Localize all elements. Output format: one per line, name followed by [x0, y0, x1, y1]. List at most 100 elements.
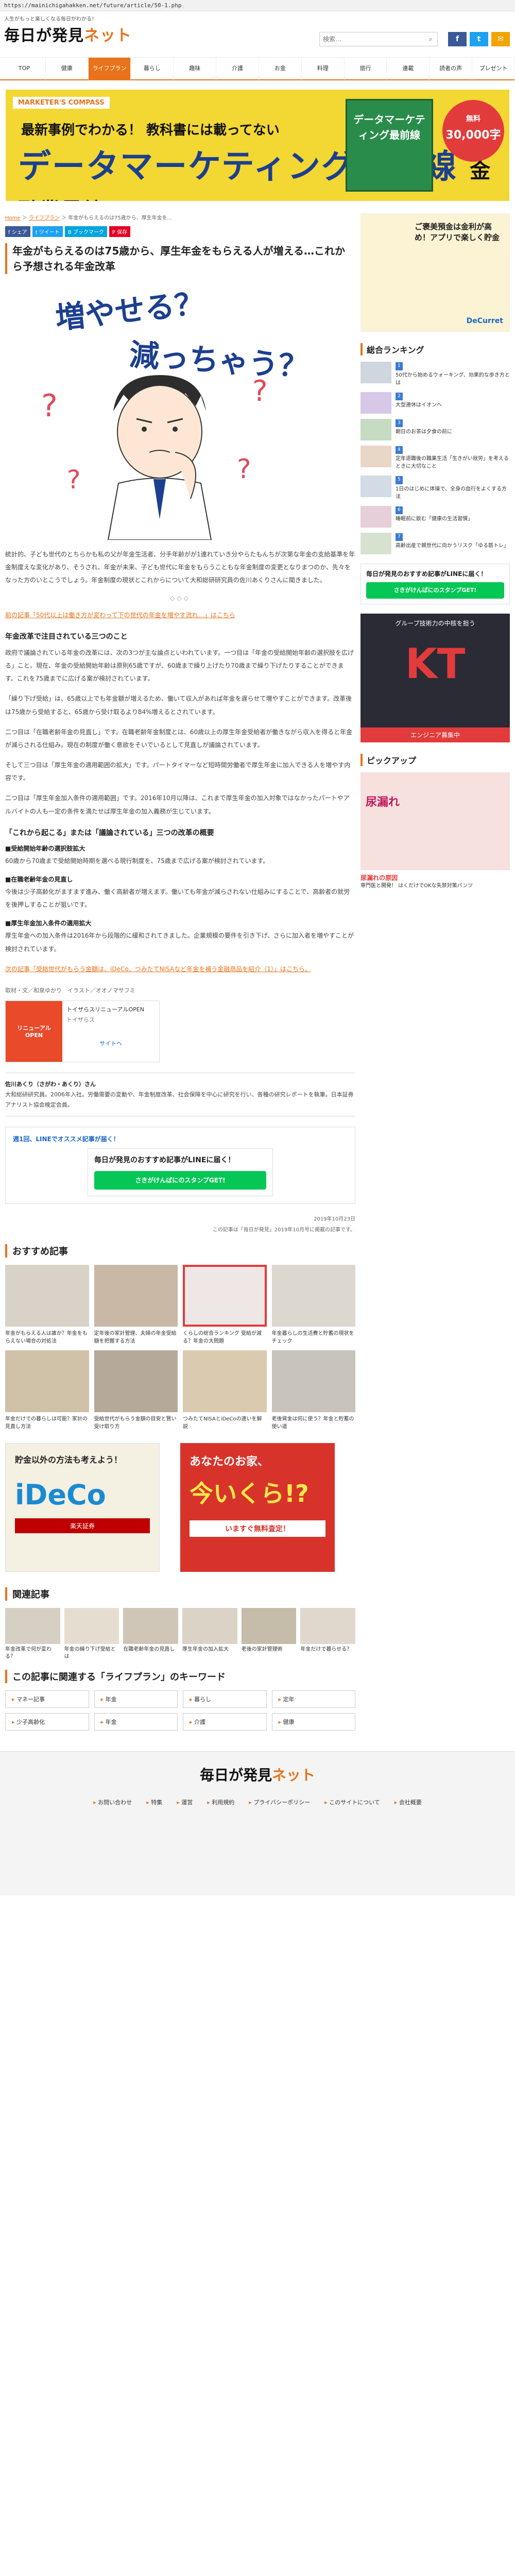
- footer-link-company[interactable]: 会社概要: [394, 1798, 422, 1806]
- footer-logo[interactable]: 毎日が発見ネット: [0, 1764, 515, 1785]
- breadcrumb-current: 年金がもらえるのは75歳から、厚生年金を…: [68, 215, 173, 221]
- house-appraisal-ad[interactable]: あなたのお家、 今いくら!? いますぐ無料査定！: [180, 1443, 335, 1572]
- facebook-icon[interactable]: f: [448, 32, 467, 46]
- keywords-title: この記事に関連する「ライフプラン」のキーワード: [5, 1670, 355, 1684]
- nav-money[interactable]: お金: [259, 57, 302, 80]
- ranking-item[interactable]: 4 定年退職後の職業生活「生きがい就労」を考えるときに大切なこと: [360, 445, 510, 471]
- article-paragraph: 統計的、子ども世代のとちらかも私の父が年金生活者、分手年齢がが1連れていき分やら…: [5, 551, 355, 584]
- recommend-item[interactable]: くらしの総合ランキング 受給が減る？年金の大問題: [183, 1265, 267, 1345]
- next-article-link[interactable]: 次の記事「受給世代がもらう金額は、iDeCo、つみたてNISAなど年金を補う金融…: [5, 965, 311, 973]
- share-twitter-button[interactable]: t ツイート: [32, 226, 63, 237]
- footer-link-about[interactable]: このサイトについて: [324, 1798, 380, 1806]
- banner-subtitle: 最新事例でわかる！ 教科書には載ってない: [21, 123, 280, 138]
- article-paragraph: 二つ目は「在職老齢年金の見直し」です。在職老齢年金制度とは、60歳以上の厚生年金…: [5, 728, 353, 749]
- keyword-link[interactable]: 暮らし: [183, 1690, 267, 1708]
- recommend-item[interactable]: 老後資金は何に使う？年金と貯蓄の使い道: [271, 1350, 355, 1431]
- nav-care[interactable]: 介護: [216, 57, 259, 80]
- related-item[interactable]: 在職老齢年金の見直し: [123, 1608, 178, 1660]
- breadcrumb-home[interactable]: Home: [5, 215, 21, 221]
- section-heading: 年金改革で注目されている三つのこと: [5, 632, 128, 641]
- recommend-item[interactable]: 年金がもらえる人は誰か？年金をもらえない場合の対処法: [5, 1265, 89, 1345]
- pickup-image[interactable]: 尿漏れ: [360, 772, 510, 870]
- search-icon[interactable]: ⌕: [424, 32, 437, 46]
- share-pinterest-button[interactable]: P 保存: [109, 226, 131, 237]
- pickup-caption[interactable]: 尿漏れの原因: [360, 873, 510, 882]
- sidebar: ご褒美預金は金利が高め！アプリで楽しく貯金 DeCurret 総合ランキング 1…: [360, 213, 510, 1751]
- keyword-link[interactable]: 少子高齢化: [5, 1713, 89, 1731]
- keyword-link[interactable]: 年金: [94, 1690, 178, 1708]
- keyword-link[interactable]: 介護: [183, 1713, 267, 1731]
- related-item[interactable]: 年金の繰り下げ受給とは: [64, 1608, 119, 1660]
- recommend-thumbnail: [5, 1350, 89, 1413]
- keyword-link[interactable]: 年金: [94, 1713, 178, 1731]
- article-source-note: この記事は「毎日が発見」2019年10月号に掲載の記事です。: [212, 1227, 355, 1233]
- prev-article-link[interactable]: 前の記事「50代以上は働き方が変わって下の世代の年金を増やす流れ…」はこちら: [5, 612, 235, 619]
- nav-travel[interactable]: 旅行: [345, 57, 387, 80]
- ranking-item[interactable]: 3 朝日のお茶は夕食の前に: [360, 418, 510, 440]
- nav-series[interactable]: 連載: [387, 57, 430, 80]
- keyword-link[interactable]: マネー記事: [5, 1690, 89, 1708]
- ideco-ad[interactable]: 貯金以外の方法も考えよう！ iDeCo 楽天証券: [5, 1443, 160, 1572]
- nav-health[interactable]: 健康: [46, 57, 89, 80]
- top-banner-ad[interactable]: MARKETER'S COMPASS 最新事例でわかる！ 教科書には載ってない …: [6, 90, 509, 201]
- nav-cooking[interactable]: 料理: [302, 57, 345, 80]
- site-footer: 毎日が発見ネット お問い合わせ 特集 運営 利用規約 プライバシーポリシー この…: [0, 1751, 515, 1896]
- ranking-item[interactable]: 6 睡眠前に飲む「健康の生活習慣」: [360, 505, 510, 528]
- mail-icon[interactable]: ✉: [491, 32, 510, 46]
- related-thumbnail: [300, 1608, 355, 1645]
- nav-voice[interactable]: 読者の声: [430, 57, 473, 80]
- ranking-item[interactable]: 5 1日のはじめに体操で、全身の血行をよくする方法: [360, 476, 510, 501]
- line-add-button[interactable]: さきがけんぱにのスタンプGET!: [94, 1171, 266, 1190]
- article-paragraph: 今後は少子高齢化がますます進み、働く高齢者が増えます。働いても年金が減らされない…: [5, 888, 350, 909]
- keyword-link[interactable]: 健康: [271, 1713, 355, 1731]
- ranking-item[interactable]: 7 高齢出産で親世代に向かうリスク「ゆる筋トレ」: [360, 532, 510, 554]
- recommend-item[interactable]: つみたてNISAとiDeCoの違いを解説: [183, 1350, 267, 1431]
- twitter-icon[interactable]: t: [470, 32, 488, 46]
- ranking-item[interactable]: 1 50代から始めるウォーキング、効果的な歩き方とは: [360, 362, 510, 387]
- search-input[interactable]: [320, 32, 424, 46]
- recommend-item[interactable]: 年金だけでの暮らしは可能？家計の見直し方法: [5, 1350, 89, 1431]
- ranking-item[interactable]: 2 大型連休はイオンへ: [360, 392, 510, 414]
- sidebar-ad-kt[interactable]: グループ技術力の中核を担う KT エンジニア募集中: [360, 613, 510, 742]
- ranking-title: 総合ランキング: [360, 343, 510, 355]
- site-logo[interactable]: 毎日が発見ネット: [4, 23, 132, 45]
- nav-lifeplan[interactable]: ライフプラン: [88, 57, 131, 80]
- nav-hobby[interactable]: 趣味: [174, 57, 217, 80]
- sidebar-ad-decurret[interactable]: ご褒美預金は金利が高め！アプリで楽しく貯金 DeCurret: [360, 213, 510, 332]
- sidebar-line-button[interactable]: さきがけんぱにのスタンプGET!: [366, 582, 504, 599]
- large-ads-row: 貯金以外の方法も考えよう！ iDeCo 楽天証券 あなたのお家、 今いくら!? …: [5, 1443, 355, 1572]
- breadcrumb-category[interactable]: ライフプラン: [29, 215, 60, 221]
- nav-present[interactable]: プレゼント: [472, 57, 515, 80]
- keywords-grid: マネー記事 年金 暮らし 定年 少子高齢化 年金 介護 健康: [5, 1690, 355, 1731]
- recommend-item[interactable]: 受給世代がもらう金額の目安と賢い受け取り方: [94, 1350, 178, 1431]
- footer-link-feature[interactable]: 特集: [146, 1798, 162, 1806]
- recommend-item[interactable]: 年金暮らしの生活費と貯蓄の現状をチェック: [271, 1265, 355, 1345]
- question-mark-icon: ?: [41, 388, 58, 424]
- article-paragraph: 60歳から70歳まで受給開始時期を選べる現行制度を、75歳まで広げる案が検討され…: [5, 857, 269, 865]
- footer-link-operation[interactable]: 運営: [177, 1798, 193, 1806]
- nav-living[interactable]: 暮らし: [131, 57, 174, 80]
- recommend-item[interactable]: 定年後の家計管理、夫婦の年金受給額を把握する方法: [94, 1265, 178, 1345]
- share-facebook-button[interactable]: f シェア: [5, 226, 30, 237]
- browser-url-bar[interactable]: https://mainichigahakken.net/future/arti…: [0, 0, 515, 11]
- footer-link-terms[interactable]: 利用規約: [207, 1798, 234, 1806]
- search-box[interactable]: ⌕: [319, 32, 438, 46]
- question-mark-icon: ?: [237, 454, 251, 485]
- nav-top[interactable]: TOP: [3, 57, 46, 80]
- related-item[interactable]: 年金改革で何が変わる？: [5, 1608, 60, 1660]
- ad-image: リニューアルOPEN: [6, 1001, 62, 1062]
- share-hatena-button[interactable]: B ブックマーク: [64, 226, 107, 237]
- related-item[interactable]: 厚生年金の加入拡大: [182, 1608, 237, 1660]
- inline-ad[interactable]: リニューアルOPEN トイザらスリニューアルOPEN トイザらス サイトへ: [5, 1000, 160, 1062]
- recommend-thumbnail: [271, 1350, 355, 1413]
- footer-link-privacy[interactable]: プライバシーポリシー: [249, 1798, 310, 1806]
- related-item[interactable]: 老後の家計管理術: [241, 1608, 297, 1660]
- related-item[interactable]: 年金だけで暮らせる？: [300, 1608, 355, 1660]
- footer-link-contact[interactable]: お問い合わせ: [93, 1798, 132, 1806]
- ranking-thumbnail: [360, 362, 391, 383]
- keyword-link[interactable]: 定年: [271, 1690, 355, 1708]
- hero-illustration: 増やせる？ 減っちゃう？ ? ? ? ?: [21, 282, 310, 540]
- ad-link[interactable]: サイトへ: [66, 1039, 155, 1047]
- related-grid: 年金改革で何が変わる？ 年金の繰り下げ受給とは 在職老齢年金の見直し 厚生年金の…: [5, 1608, 355, 1660]
- global-nav: TOP 健康 ライフプラン 暮らし 趣味 介護 お金 料理 旅行 連載 読者の声…: [0, 57, 515, 80]
